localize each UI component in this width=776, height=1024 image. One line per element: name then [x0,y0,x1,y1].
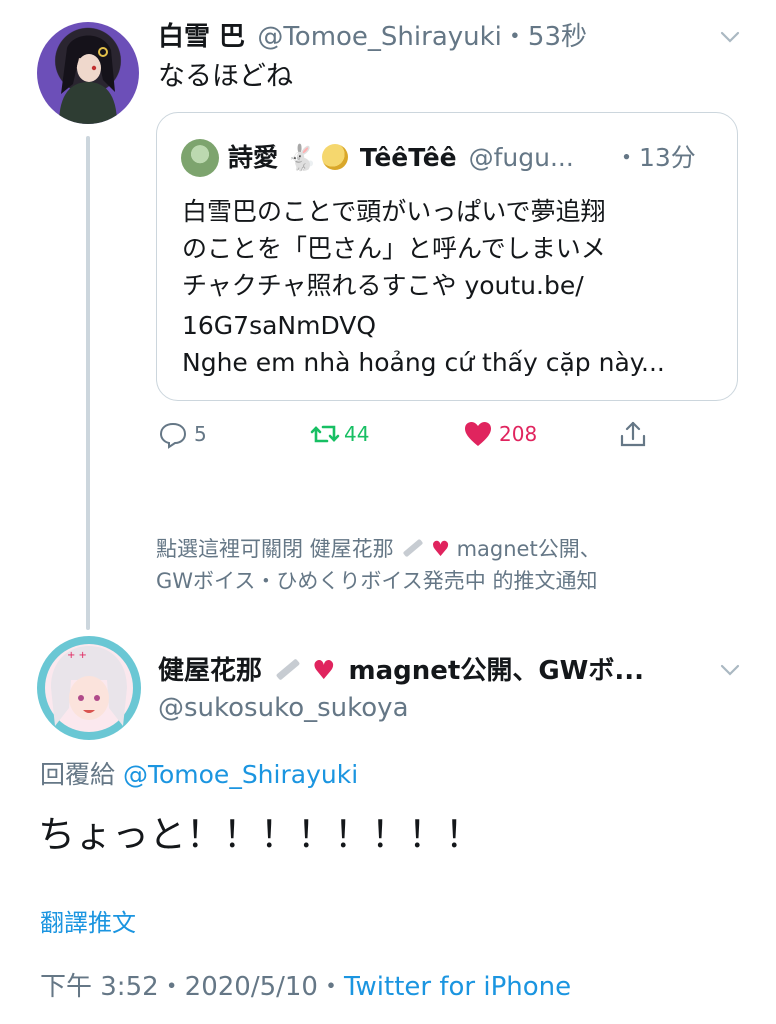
like-button[interactable]: 208 [463,418,537,450]
notice-text-1: 點選這裡可關閉 健屋花那 [156,537,394,561]
reply-icon [159,422,187,449]
author-handle[interactable]: @Tomoe_Shirayuki [257,22,502,52]
reply-count: 5 [194,422,207,446]
reply-to-handle[interactable]: @Tomoe_Shirayuki [123,760,358,789]
quote-time[interactable]: ・13分 [614,139,696,177]
reply-button[interactable]: 5 [158,418,207,450]
notice-line-1: 點選這裡可關閉 健屋花那 ♥ magnet公開、 [156,533,601,565]
reply-author-row: 健屋花那 ♥ magnet公開、GWボ... [158,652,644,690]
heart-icon [465,422,491,446]
quote-text-line-1: 白雪巴のことで頭がいっぱいで夢追翔 [182,197,606,226]
quote-text-line-5: Nghe em nhà hoảng cứ thấy cặp này... [182,348,665,377]
reply-text: ちょっと！！！！！！！！ [38,813,482,856]
quote-author-name-2[interactable]: TêêTêê [360,143,457,172]
blowfish-emoji-icon [321,144,348,170]
quote-text-line-2: のことを「巴さん」と呼んでしまいメ [182,234,606,263]
notice-text-1b: magnet公開、 [456,537,601,561]
chevron-down-icon[interactable] [718,25,742,49]
quote-avatar[interactable] [181,139,219,177]
share-icon [620,421,646,447]
share-button[interactable] [618,418,648,450]
syringe-emoji-icon [403,538,424,558]
source-link[interactable]: Twitter for iPhone [344,972,571,1002]
reply-author-name-rest[interactable]: magnet公開、GWボ... [349,656,644,686]
quote-author-handle[interactable]: @fugu... [469,143,574,172]
translate-link[interactable]: 翻譯推文 [40,906,136,940]
author-name[interactable]: 白雪 巴 [158,22,245,52]
heart-arrow-emoji-icon: ♥ [431,537,450,561]
retweet-count: 44 [344,422,370,446]
reply-to-line: 回覆給 @Tomoe_Shirayuki [40,758,358,792]
quote-text-line-4: 16G7saNmDVQ [182,311,377,340]
tweet-text: なるほどね [158,61,293,92]
timestamp[interactable]: 下午 3:52・2020/5/10・ [40,972,344,1002]
retweet-button[interactable]: 44 [310,418,369,450]
tweet-header: 白雪 巴 @Tomoe_Shirayuki・53秒 [158,20,587,54]
quote-header: 詩愛 🐇 TêêTêê @fugu... [228,139,574,177]
heart-arrow-emoji-icon: ♥ [312,656,336,686]
notice-line-2: GWボイス・ひめくりボイス発売中 的推文通知 [156,569,598,593]
svg-text:+ +: + + [67,650,87,661]
rabbit-emoji-icon: 🐇 [285,143,318,172]
reply-author-name[interactable]: 健屋花那 [158,656,262,686]
quote-text-line-3: チャクチャ照れるすこや youtu.be/ [182,271,584,300]
tomoe-avatar[interactable] [37,22,139,124]
chevron-down-icon[interactable] [718,658,742,682]
syringe-emoji-icon [275,658,301,681]
timestamp-row: 下午 3:52・2020/5/10・Twitter for iPhone [40,969,571,1005]
tweet-time[interactable]: ・53秒 [502,22,587,52]
quote-author-name[interactable]: 詩愛 [228,143,278,172]
thread-line [86,136,90,630]
reply-to-label: 回覆給 [40,760,116,789]
like-count: 208 [499,422,538,446]
reply-author-handle[interactable]: @sukosuko_sukoya [158,690,409,726]
notification-notice[interactable]: 點選這裡可關閉 健屋花那 ♥ magnet公開、 GWボイス・ひめくりボイス発売… [156,533,601,597]
retweet-icon [310,425,340,443]
sukoya-avatar[interactable]: + + [37,636,141,740]
